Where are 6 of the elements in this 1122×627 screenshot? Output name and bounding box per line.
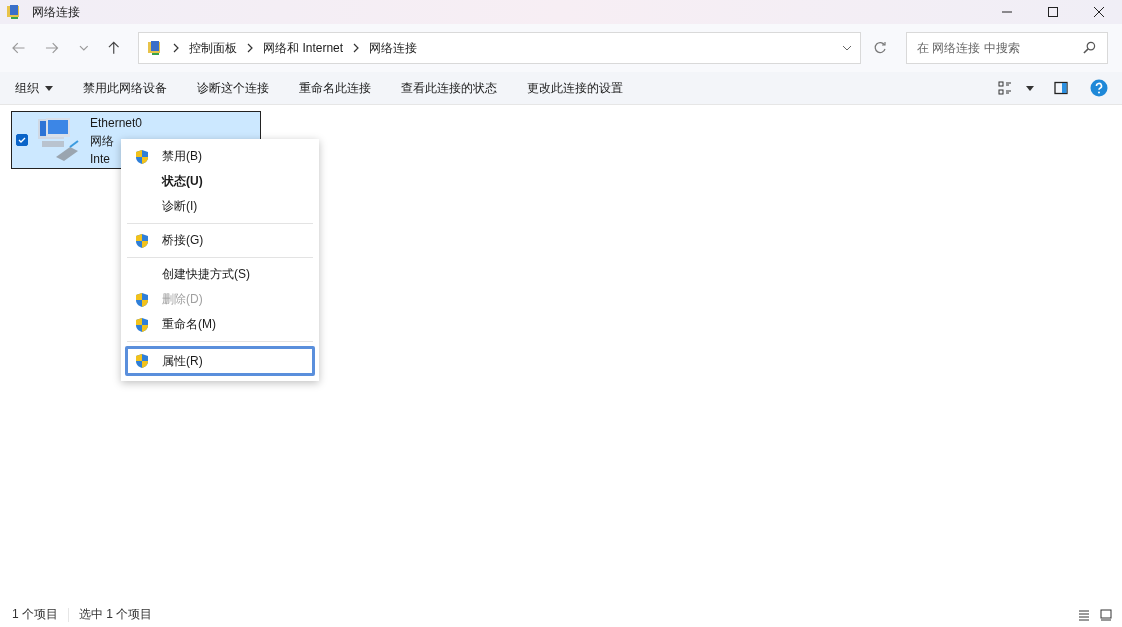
- adapter-name: Ethernet0: [90, 115, 143, 132]
- window-title: 网络连接: [32, 3, 80, 21]
- adapter-description: Inte: [90, 151, 111, 168]
- item-count: 1 个项目: [12, 606, 58, 623]
- selection-count: 选中 1 个项目: [79, 606, 153, 623]
- network-name: 网络: [90, 133, 115, 150]
